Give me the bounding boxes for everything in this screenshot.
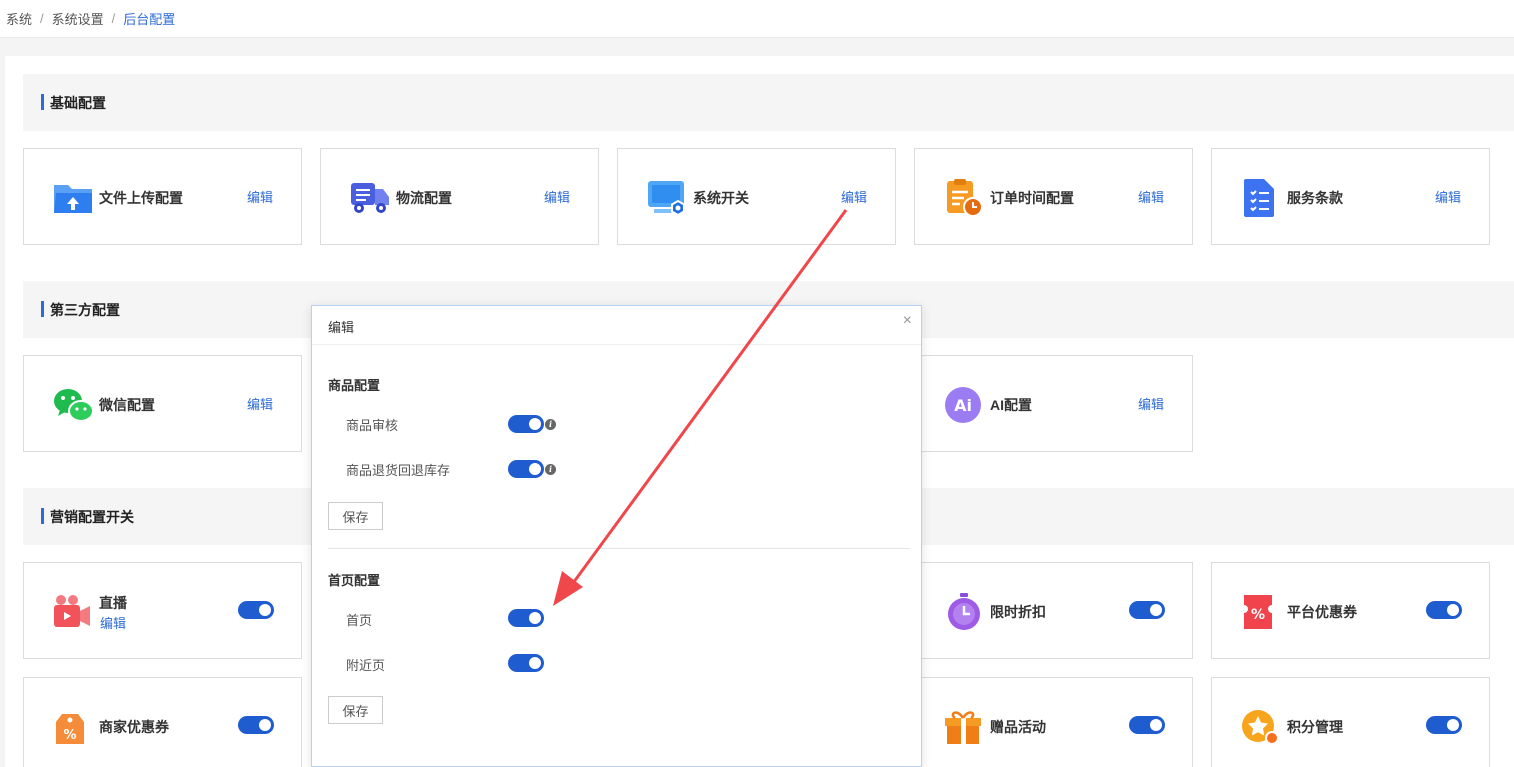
card-flash-discount: 限时折扣 [914,562,1193,659]
card-label: 赠品活动 [990,719,1046,735]
edit-link[interactable]: 编辑 [841,187,867,206]
card-live: 直播 编辑 [23,562,302,659]
edit-link[interactable]: 编辑 [1138,187,1164,206]
product-review-toggle[interactable] [508,415,544,433]
merchant-coupon-toggle[interactable] [238,716,274,734]
card-label: 物流配置 [396,190,452,206]
monitor-settings-icon [648,181,685,217]
tag-percent-icon: % [56,714,84,744]
card-platform-coupon: % 平台优惠券 [1211,562,1490,659]
card-gift-activity: 赠品活动 [914,677,1193,767]
card-merchant-coupon: % 商家优惠券 [23,677,302,767]
breadcrumb-separator: / [111,11,116,26]
nearby-toggle[interactable] [508,654,544,672]
coupon-icon: % [1244,595,1272,629]
folder-upload-icon [54,185,92,213]
card-order-time: 订单时间配置 编辑 [914,148,1193,245]
row-label-product-review: 商品审核 [346,418,399,433]
group-divider [328,548,910,549]
points-star-icon [1242,710,1279,745]
edit-dialog: 编辑 × 商品配置 商品审核 i 商品退货回退库存 i 保存 首页配置 首页 附… [311,305,922,767]
edit-link[interactable]: 编辑 [247,394,273,413]
card-ai: Ai AI配置 编辑 [914,355,1193,452]
edit-link[interactable]: 编辑 [1435,187,1461,206]
dialog-divider [312,344,921,345]
edit-link[interactable]: 编辑 [100,613,126,632]
card-label: 限时折扣 [990,604,1046,620]
truck-icon [351,183,389,213]
breadcrumb-backend-config: 后台配置 [123,12,176,27]
card-label: 平台优惠券 [1287,604,1357,620]
breadcrumb-system[interactable]: 系统 [6,9,32,28]
svg-text:%: % [63,728,76,743]
section-title: 营销配置开关 [50,508,134,525]
return-stock-toggle[interactable] [508,460,544,478]
dialog-title: 编辑 [328,320,355,335]
breadcrumb-system-settings[interactable]: 系统设置 [52,9,104,28]
flash-discount-toggle[interactable] [1129,601,1165,619]
edit-link[interactable]: 编辑 [247,187,273,206]
wechat-icon [54,389,94,422]
group-title-homepage: 首页配置 [328,573,381,588]
card-wechat: 微信配置 编辑 [23,355,302,452]
breadcrumb: 系统 / 系统设置 / 后台配置 [0,0,1514,38]
card-terms: 服务条款 编辑 [1211,148,1490,245]
card-label: 文件上传配置 [99,190,183,206]
section-header-basic: 基础配置 [23,74,1514,131]
save-button[interactable]: 保存 [328,696,383,724]
card-label: 积分管理 [1287,719,1343,735]
points-toggle[interactable] [1426,716,1462,734]
close-icon[interactable]: × [903,312,912,330]
section-title: 基础配置 [50,94,106,111]
ai-icon: Ai [945,387,981,423]
card-file-upload: 文件上传配置 编辑 [23,148,302,245]
edit-link[interactable]: 编辑 [1138,394,1164,413]
info-icon[interactable]: i [545,464,556,475]
gift-activity-toggle[interactable] [1129,716,1165,734]
group-title-product: 商品配置 [328,378,381,393]
card-label: 服务条款 [1287,190,1343,206]
stopwatch-icon [948,593,980,630]
platform-coupon-toggle[interactable] [1426,601,1462,619]
svg-text:Ai: Ai [954,396,972,415]
card-label: 商家优惠券 [99,719,169,735]
section-title: 第三方配置 [50,301,120,318]
card-label: 订单时间配置 [990,190,1074,206]
document-list-icon [1244,179,1274,217]
row-label-nearby: 附近页 [346,658,386,673]
card-label: 微信配置 [99,397,155,413]
app-root: 系统 / 系统设置 / 后台配置 基础配置 文件上传配置 编辑 物流配置 编辑 [0,0,1514,767]
card-logistics: 物流配置 编辑 [320,148,599,245]
info-icon[interactable]: i [545,419,556,430]
row-label-homepage: 首页 [346,613,373,628]
svg-text:%: % [1251,607,1265,623]
card-system-switch: 系统开关 编辑 [617,148,896,245]
live-camera-icon [54,595,90,627]
card-label: 系统开关 [693,190,749,206]
live-toggle[interactable] [238,601,274,619]
breadcrumb-separator: / [40,11,44,26]
row-label-return-stock: 商品退货回退库存 [346,463,451,478]
homepage-toggle[interactable] [508,609,544,627]
card-label: 直播 [99,595,127,611]
card-label: AI配置 [990,397,1032,413]
save-button[interactable]: 保存 [328,502,383,530]
clipboard-clock-icon [947,179,983,217]
card-points: 积分管理 [1211,677,1490,767]
gift-icon [945,711,981,744]
edit-link[interactable]: 编辑 [544,187,570,206]
